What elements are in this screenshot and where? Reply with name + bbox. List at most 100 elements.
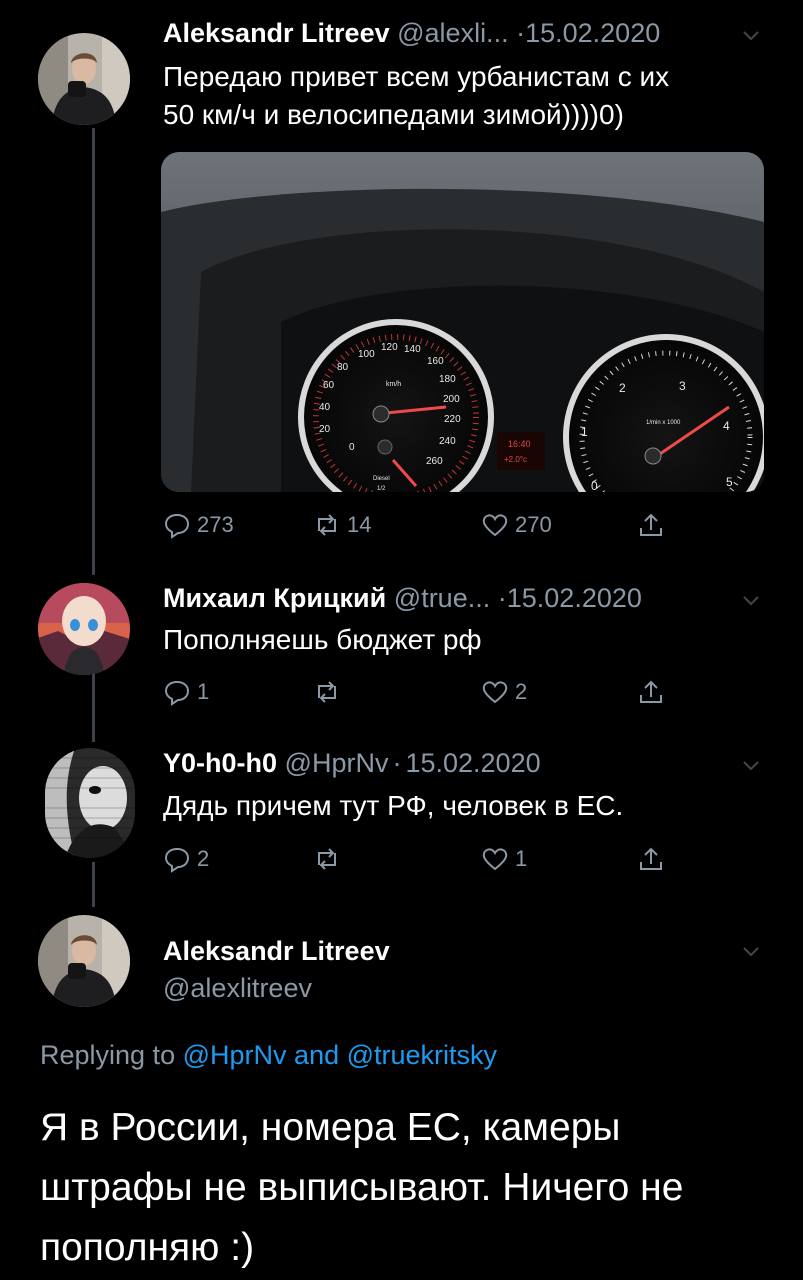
speedo-tick: 60 [323, 380, 335, 391]
author-name[interactable]: Михаил Крицкий [163, 583, 386, 613]
mention-link[interactable]: @truekritsky [347, 1040, 497, 1070]
clock-readout: 16:40 [508, 439, 531, 449]
tweet-header: Aleksandr Litreev @alexli... ·15.02.2020 [163, 18, 660, 49]
like-count: 1 [515, 846, 528, 871]
fuel-fraction: 1/2 [377, 486, 386, 492]
speedo-tick: 80 [337, 362, 349, 373]
heart-icon [482, 514, 508, 537]
share-button[interactable] [637, 508, 671, 542]
avatar[interactable] [38, 33, 130, 125]
tweet-text: Пополняешь бюджет рф [163, 621, 482, 659]
reply-icon [164, 680, 190, 706]
tweet-text-line: Пополняешь бюджет рф [163, 624, 482, 655]
author-handle[interactable]: @alexlitreev [163, 973, 390, 1004]
tacho-unit: 1/min x 1000 [646, 420, 681, 426]
mention-link[interactable]: @HprNv [183, 1040, 287, 1070]
share-icon [640, 513, 662, 536]
speedo-tick: 120 [381, 342, 398, 353]
separator-dot: · [516, 18, 526, 48]
speedo-unit: km/h [386, 381, 401, 388]
share-button[interactable] [637, 675, 671, 709]
chevron-down-icon[interactable] [742, 756, 760, 774]
like-button[interactable]: 1 [481, 842, 527, 876]
thread-line [92, 128, 95, 575]
tweet-actions: 2 1 [163, 842, 683, 876]
temp-readout: +2.0°c [504, 455, 527, 464]
reply-count: 273 [197, 512, 234, 537]
tacho-tick: 5 [726, 475, 733, 489]
tweet-text: Передаю привет всем урбанистам с их 50 к… [163, 58, 669, 134]
share-button[interactable] [637, 842, 671, 876]
author-name[interactable]: Y0-h0-h0 [163, 748, 277, 778]
tweet-date[interactable]: 15.02.2020 [507, 583, 642, 613]
share-icon [640, 680, 662, 703]
tweet-text: Дядь причем тут РФ, человек в ЕС. [163, 787, 623, 825]
heart-icon [482, 681, 508, 704]
speedo-tick: 180 [439, 374, 456, 385]
like-count: 270 [515, 512, 552, 537]
like-count: 2 [515, 679, 528, 704]
tweet-text-line: 50 км/ч и велосипедами зимой))))0) [163, 99, 624, 130]
author-name[interactable]: Aleksandr Litreev [163, 18, 390, 48]
author-name[interactable]: Aleksandr Litreev [163, 936, 390, 967]
separator-dot: · [497, 583, 507, 613]
speedo-tick: 260 [426, 456, 443, 467]
retweet-icon [318, 514, 336, 536]
tweet-text-line: Дядь причем тут РФ, человек в ЕС. [163, 790, 624, 821]
tweet-actions: 273 14 270 [163, 508, 683, 542]
like-button[interactable]: 2 [481, 675, 527, 709]
speedo-tick: 140 [404, 344, 421, 355]
tweet-header: Михаил Крицкий @true... ·15.02.2020 [163, 583, 642, 614]
main-tweet-author: Aleksandr Litreev @alexlitreev [163, 936, 390, 1004]
tweet-date[interactable]: 15.02.2020 [405, 748, 540, 778]
like-button[interactable]: 270 [481, 508, 552, 542]
tacho-tick: 1 [581, 425, 588, 439]
tweet-actions: 1 2 [163, 675, 683, 709]
tweet-text-line: Передаю привет всем урбанистам с их [163, 61, 670, 92]
reply-icon [164, 513, 190, 539]
avatar[interactable] [38, 915, 130, 1007]
tweet-header: Y0-h0-h0 @HprNv · 15.02.2020 [163, 748, 541, 779]
mention-and: and [294, 1040, 340, 1070]
speedo-tick: 20 [319, 424, 331, 435]
speedo-tick: 220 [444, 414, 461, 425]
retweet-icon [318, 681, 336, 703]
author-handle[interactable]: @true... [394, 583, 490, 613]
author-handle[interactable]: @HprNv [285, 748, 389, 778]
reply-count: 2 [197, 846, 210, 871]
tweet-photo[interactable]: 0 20 40 60 80 100 120 140 160 180 200 22… [161, 152, 764, 492]
author-handle[interactable]: @alexli... [397, 18, 508, 48]
separator-dot: · [392, 748, 402, 778]
speedo-tick: 240 [439, 436, 456, 447]
replying-to: Replying to @HprNv and @truekritsky [40, 1040, 497, 1071]
heart-icon [482, 848, 508, 871]
avatar[interactable] [45, 748, 135, 858]
chevron-down-icon[interactable] [742, 591, 760, 609]
retweet-button[interactable] [313, 675, 347, 709]
avatar[interactable] [38, 583, 130, 675]
reply-button[interactable]: 273 [163, 508, 234, 542]
speedo-tick: 40 [319, 402, 331, 413]
retweet-button[interactable]: 14 [313, 508, 371, 542]
reply-icon [164, 847, 190, 873]
speedo-tick: 160 [427, 356, 444, 367]
tweet-date[interactable]: 15.02.2020 [525, 18, 660, 48]
reply-count: 1 [197, 679, 210, 704]
reply-button[interactable]: 1 [163, 675, 209, 709]
speedo-tick: 100 [358, 349, 375, 360]
thread-line [92, 862, 95, 907]
chevron-down-icon[interactable] [742, 942, 760, 960]
speedo-tick: 200 [443, 394, 460, 405]
tacho-tick: 0 [591, 479, 598, 492]
main-tweet-text: Я в России, номера ЕС, камеры штрафы не … [40, 1106, 684, 1269]
tacho-tick: 3 [679, 379, 686, 393]
replying-to-label: Replying to [40, 1040, 176, 1070]
retweet-button[interactable] [313, 842, 347, 876]
tacho-tick: 4 [723, 419, 730, 433]
fuel-label: Diesel [373, 476, 390, 482]
chevron-down-icon[interactable] [742, 26, 760, 44]
tacho-tick: 2 [619, 381, 626, 395]
reply-button[interactable]: 2 [163, 842, 209, 876]
retweet-icon [318, 848, 336, 870]
speedo-tick: 0 [349, 442, 355, 453]
